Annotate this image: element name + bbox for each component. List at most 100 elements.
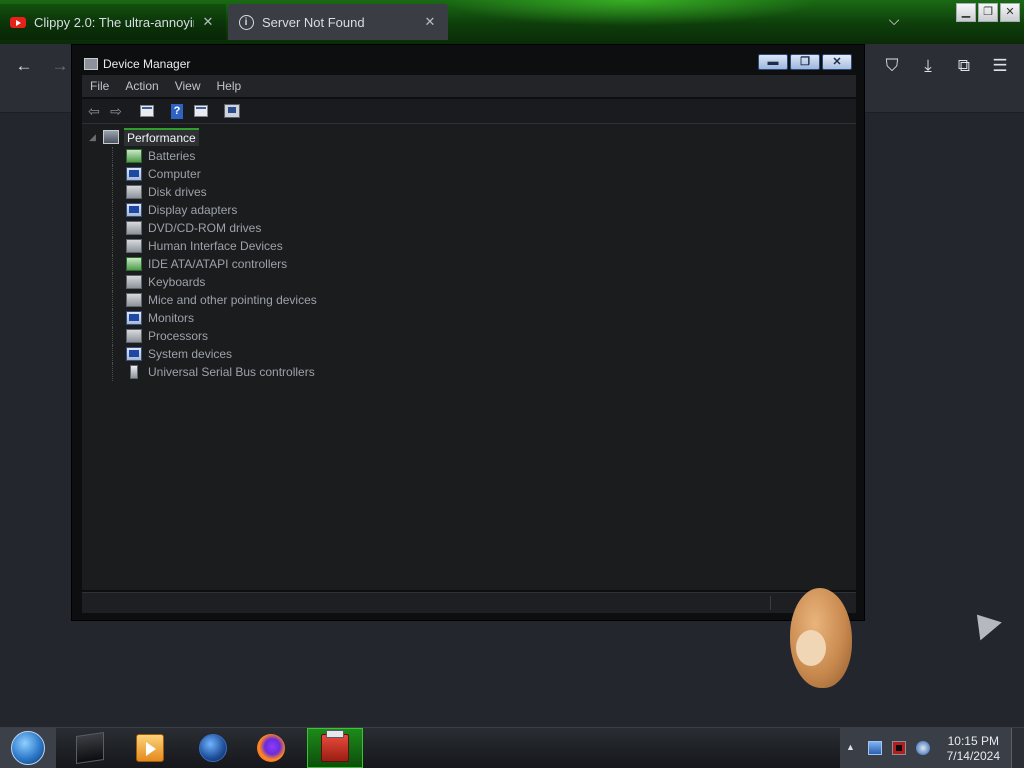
tree-item-disk-drives[interactable]: Disk drives [112,183,317,201]
clock[interactable]: 10:15 PM 7/14/2024 [947,734,1000,764]
tree-root-node[interactable]: ◢ Performance [89,128,199,146]
computer-icon [126,167,142,181]
help-icon[interactable]: ? [168,102,186,120]
tree-item-ide-controllers[interactable]: IDE ATA/ATAPI controllers [112,255,317,273]
tree-item-mice[interactable]: Mice and other pointing devices [112,291,317,309]
tree-item-usb-controllers[interactable]: Universal Serial Bus controllers [112,363,317,381]
tree-item-label: Monitors [148,311,195,325]
start-orb-icon [11,731,45,765]
tab-server-not-found[interactable]: i Server Not Found ✕ [228,4,448,40]
tree-item-hid[interactable]: Human Interface Devices [112,237,317,255]
device-manager-window: Device Manager ▬ ❐ ✕ File Action View He… [71,44,865,621]
volume-icon[interactable] [916,741,930,755]
toolbox-app-icon [321,730,349,762]
device-tree: ◢ Performance Batteries Computer Disk dr… [82,124,856,590]
toolbar: ⇦ ⇨ ? [82,99,856,124]
monitor-icon [126,311,142,325]
back-arrow-icon[interactable]: ← [11,54,37,78]
system-devices-icon [126,347,142,361]
menu-file[interactable]: File [82,75,117,97]
tree-item-system-devices[interactable]: System devices [112,345,317,363]
tree-item-label: Mice and other pointing devices [148,293,317,307]
tab-title: Server Not Found [262,14,365,30]
window-restore-button[interactable]: ❐ [978,3,998,22]
tree-item-label: System devices [148,347,233,361]
taskbar-app-device-manager[interactable] [307,728,363,768]
device-manager-icon [84,58,98,70]
processor-icon [126,329,142,343]
taskbar-app-globe[interactable] [185,728,241,768]
window-title-bar[interactable]: Device Manager [84,55,190,73]
youtube-icon [10,14,26,30]
tab-bar-glow-decoration [440,0,820,26]
action-center-flag-icon[interactable] [892,741,906,755]
tree-item-batteries[interactable]: Batteries [112,147,317,165]
tree-item-dvd-drives[interactable]: DVD/CD-ROM drives [112,219,317,237]
show-hidden-icons-arrow-icon[interactable]: ▲ [846,742,855,752]
status-bar [82,592,856,613]
window-minimize-button[interactable]: ▁ [956,3,976,22]
tree-item-label: DVD/CD-ROM drives [148,221,262,235]
tree-item-display-adapters[interactable]: Display adapters [112,201,317,219]
tree-item-monitors[interactable]: Monitors [112,309,317,327]
hid-icon [126,239,142,253]
clock-date: 7/14/2024 [946,749,1000,763]
globe-app-icon [199,734,227,762]
browser-tab-bar: Clippy 2.0: The ultra-annoying ✕ i Serve… [0,0,1024,44]
toolbar-back-icon[interactable]: ⇦ [85,102,103,120]
tree-item-label: Batteries [148,149,196,163]
tree-item-keyboards[interactable]: Keyboards [112,273,317,291]
download-icon[interactable]: ⤓ [915,54,941,78]
keyboard-icon [126,275,142,289]
display-adapter-icon [126,203,142,217]
tab-list-chevron-icon[interactable]: ⌵ [884,12,904,32]
network-icon[interactable] [868,741,882,755]
show-hide-console-tree-icon[interactable] [138,102,156,120]
tree-item-processors[interactable]: Processors [112,327,317,345]
tab-title: Clippy 2.0: The ultra-annoying [34,14,194,30]
taskbar-app-firefox[interactable] [243,728,299,768]
dm-maximize-button[interactable]: ❐ [790,54,820,70]
taskbar-app-media-player[interactable] [122,728,178,768]
dvd-drive-icon [126,221,142,235]
properties-icon[interactable] [192,102,210,120]
dm-close-button[interactable]: ✕ [822,54,852,70]
hamster-sticker-image [790,588,852,688]
tree-item-computer[interactable]: Computer [112,165,317,183]
tab-close-icon[interactable]: ✕ [422,14,438,30]
status-bar-divider [770,596,771,610]
forward-arrow-icon[interactable]: → [47,54,73,78]
taskbar: ▲ 10:15 PM 7/14/2024 [0,727,1024,768]
tab-clippy-video[interactable]: Clippy 2.0: The ultra-annoying ✕ [0,4,226,40]
start-button[interactable] [0,728,56,768]
window-title: Device Manager [103,57,191,71]
tree-item-label: Universal Serial Bus controllers [148,365,315,379]
dm-minimize-button[interactable]: ▬ [758,54,788,70]
tree-item-label: IDE ATA/ATAPI controllers [148,257,288,271]
collapse-arrow-icon[interactable]: ◢ [89,132,99,143]
toolbar-forward-icon[interactable]: ⇨ [107,102,125,120]
menu-action[interactable]: Action [117,75,166,97]
taskbar-app-box[interactable] [62,728,118,768]
extensions-icon[interactable]: ⧉ [951,54,977,78]
window-close-button[interactable]: ✕ [1000,3,1020,22]
menu-help[interactable]: Help [209,75,250,97]
tree-item-label: Processors [148,329,209,343]
mouse-cursor-icon [966,605,1002,641]
computer-root-icon [103,130,119,144]
usb-icon [130,365,138,379]
menu-view[interactable]: View [167,75,209,97]
hamburger-menu-icon[interactable]: ☰ [987,54,1013,78]
pocket-icon[interactable]: ⛉ [879,54,905,78]
tree-item-label: Keyboards [148,275,206,289]
clock-time: 10:15 PM [947,734,999,748]
ide-controller-icon [126,257,142,271]
scan-hardware-changes-icon[interactable] [223,102,241,120]
media-player-icon [136,734,164,762]
tree-item-label: Disk drives [148,185,207,199]
tree-root-label: Performance [124,128,199,146]
mouse-icon [126,293,142,307]
tab-close-icon[interactable]: ✕ [200,14,216,30]
show-desktop-button[interactable] [1011,728,1024,768]
tree-item-label: Display adapters [148,203,238,217]
